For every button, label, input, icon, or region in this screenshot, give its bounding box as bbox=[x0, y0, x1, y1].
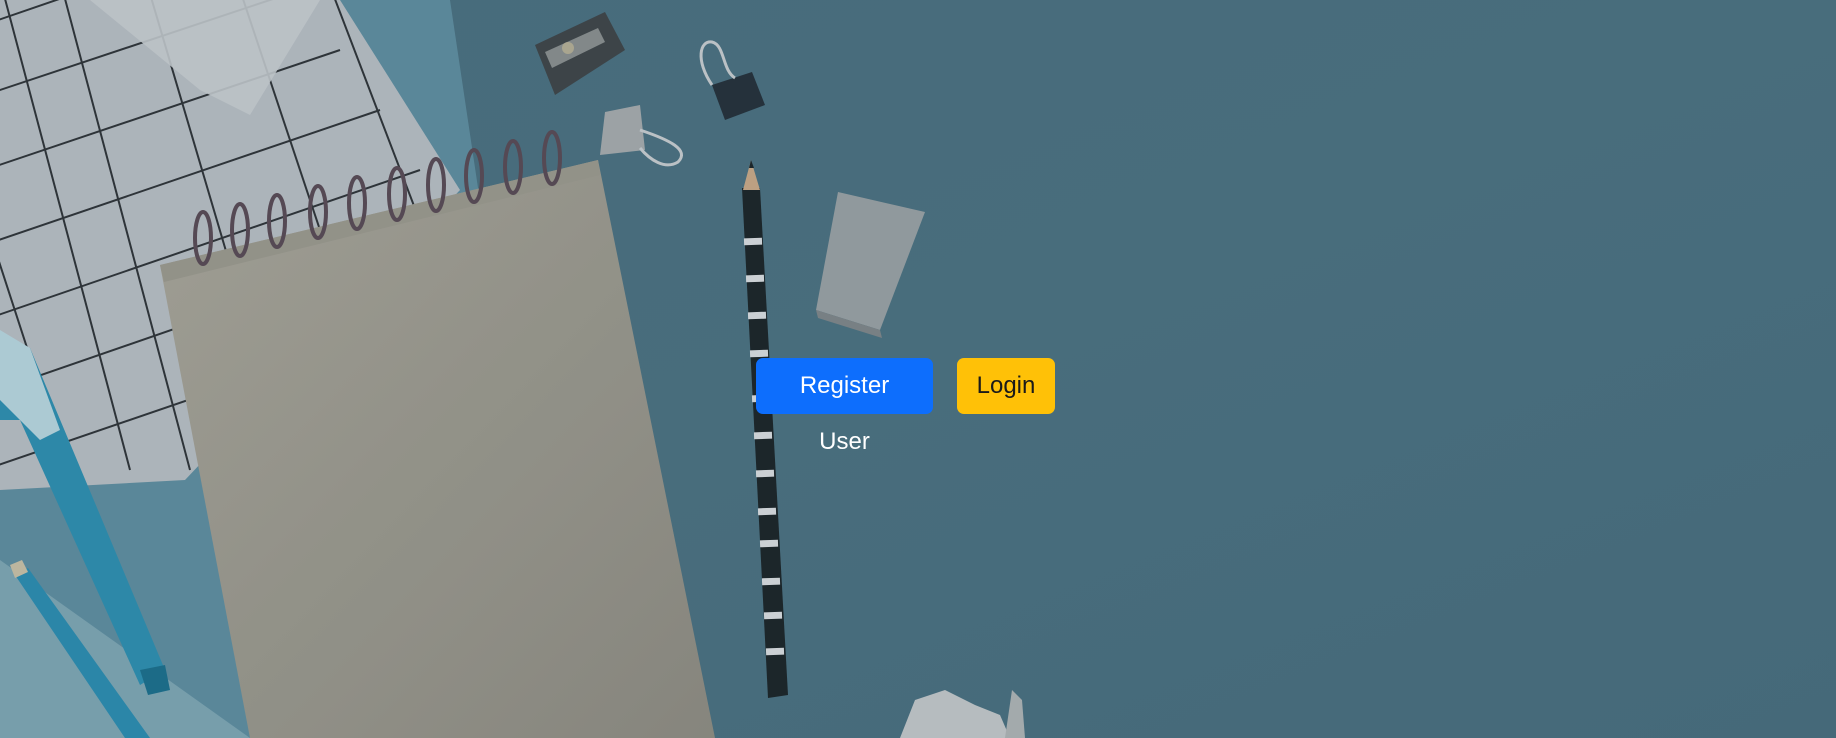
login-button[interactable]: Login bbox=[957, 358, 1055, 414]
auth-actions: Register User Login bbox=[756, 358, 1055, 455]
register-user-button[interactable]: Register User bbox=[756, 358, 933, 455]
